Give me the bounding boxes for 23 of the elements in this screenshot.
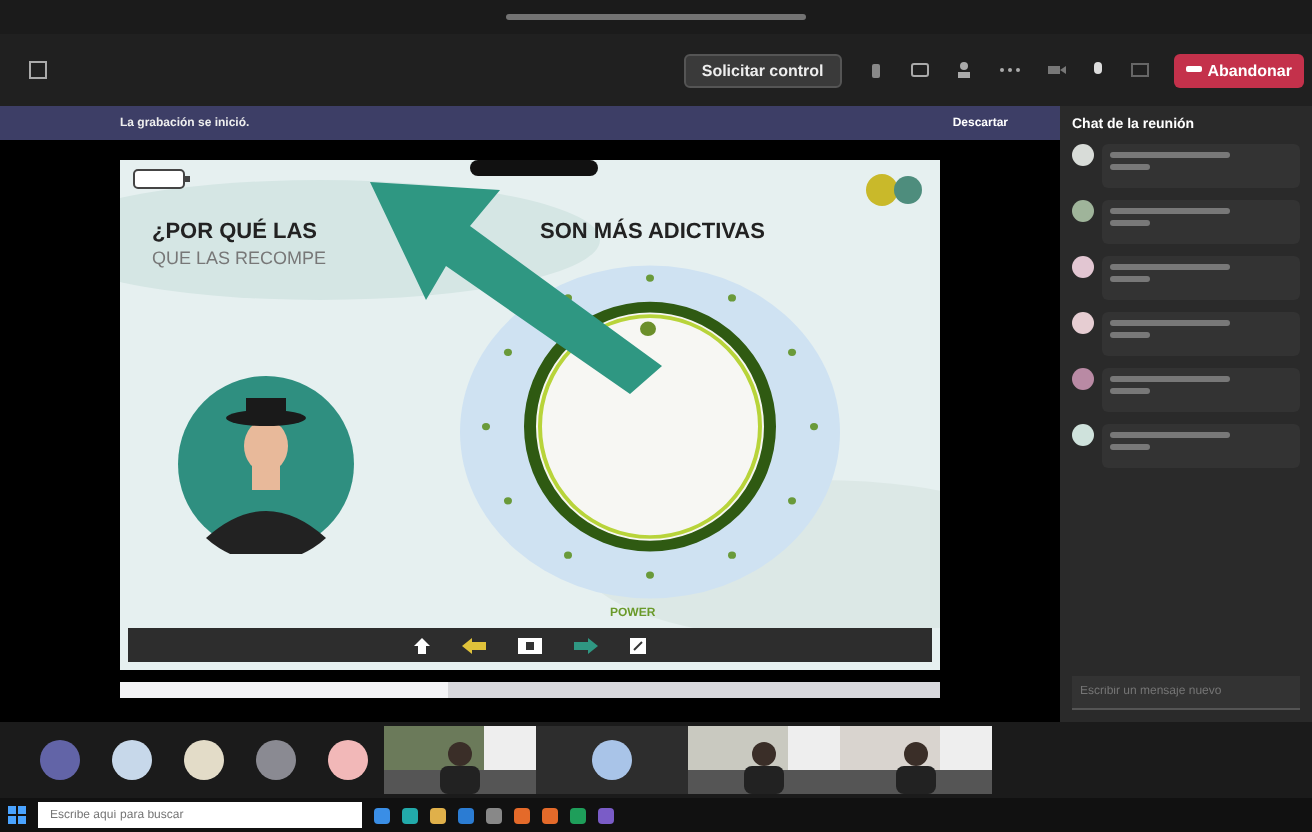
slide-title: ¿POR QUÉ LAS [152, 220, 318, 244]
speaker-notch-icon [470, 160, 598, 176]
screen-icon[interactable] [516, 635, 544, 655]
participant-avatar[interactable] [592, 740, 632, 780]
expand-icon[interactable] [628, 635, 648, 655]
arrow-right-icon[interactable] [572, 635, 600, 655]
arrow-left-icon[interactable] [460, 635, 488, 655]
participant-avatar[interactable] [112, 740, 152, 780]
people-icon[interactable] [953, 60, 974, 80]
chat-icon[interactable] [909, 60, 930, 80]
camera-icon[interactable] [1045, 60, 1066, 80]
windows-icon[interactable] [8, 806, 26, 824]
home-icon[interactable] [412, 635, 432, 655]
participant-avatar[interactable] [256, 740, 296, 780]
slide-subtitle: QUE LAS RECOMPE [152, 248, 327, 268]
microphone-icon[interactable] [1089, 60, 1106, 80]
participant-avatar[interactable] [328, 740, 368, 780]
participant-tile[interactable] [536, 726, 688, 794]
participant-avatar[interactable] [184, 740, 224, 780]
slide-title: SON MÁS ADICTIVAS [540, 220, 765, 244]
request-control-button[interactable]: Solicitar control [683, 53, 842, 87]
leave-button[interactable]: Abandonar [1173, 53, 1304, 87]
logo-icon [864, 172, 924, 212]
